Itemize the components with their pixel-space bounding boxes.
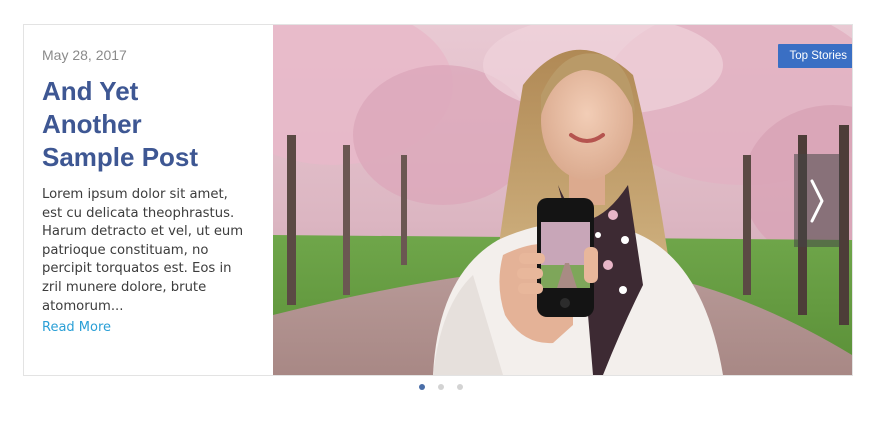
top-stories-badge[interactable]: Top Stories bbox=[778, 44, 852, 68]
woman-holding-phone-photo bbox=[273, 25, 852, 375]
post-title[interactable]: And Yet Another Sample Post bbox=[42, 75, 232, 174]
post-excerpt: Lorem ipsum dolor sit amet, est cu delic… bbox=[42, 187, 244, 314]
featured-image[interactable]: Top Stories bbox=[273, 25, 852, 375]
slide-dot-1[interactable] bbox=[419, 384, 425, 390]
slide-dot-2[interactable] bbox=[438, 384, 445, 390]
read-more-link[interactable]: Read More bbox=[42, 320, 111, 335]
post-summary-panel: May 28, 2017 And Yet Another Sample Post… bbox=[24, 25, 273, 375]
next-slide-button[interactable] bbox=[794, 154, 840, 247]
post-date: May 28, 2017 bbox=[42, 47, 127, 63]
chevron-right-icon bbox=[810, 179, 824, 223]
slide-dot-3[interactable] bbox=[457, 384, 464, 390]
featured-post-slider: May 28, 2017 And Yet Another Sample Post… bbox=[23, 24, 853, 376]
slider-pagination bbox=[419, 384, 471, 392]
